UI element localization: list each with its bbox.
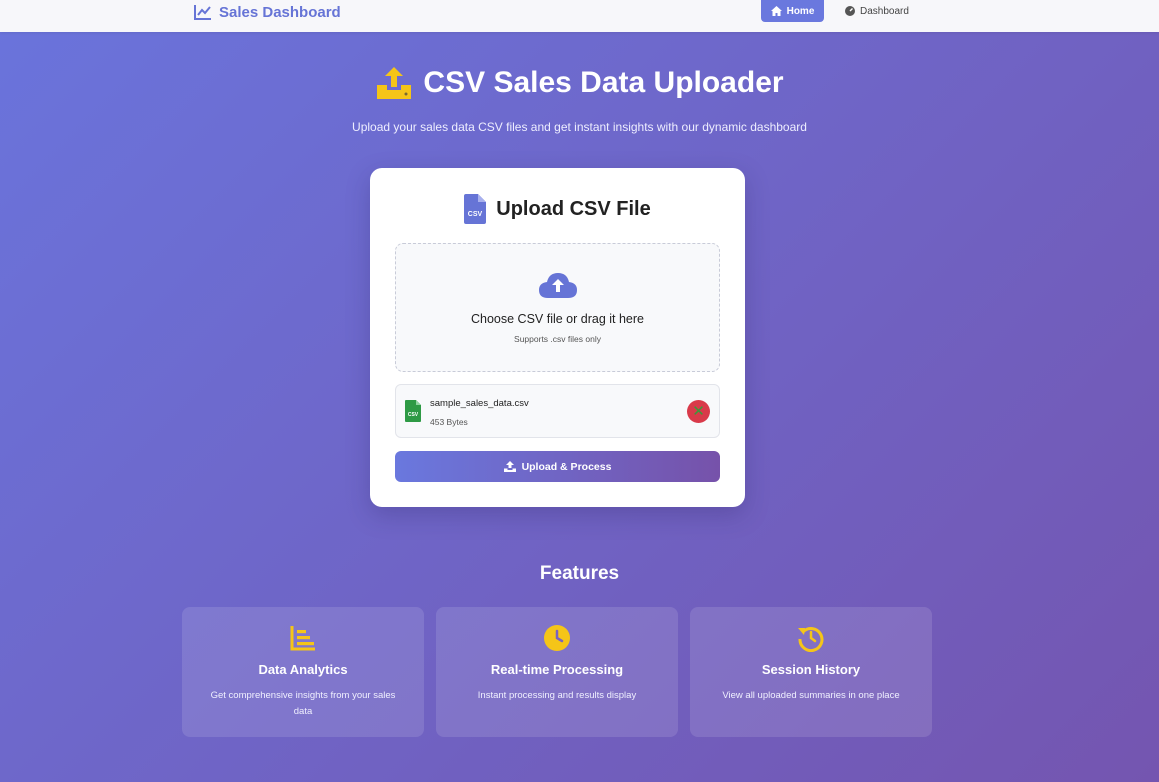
brand-link[interactable]: Sales Dashboard: [194, 3, 341, 21]
history-icon: [798, 627, 824, 652]
svg-text:CSV: CSV: [408, 412, 419, 418]
feature-card-analytics: Data Analytics Get comprehensive insight…: [182, 607, 424, 737]
upload-card: CSV Upload CSV File Choose CSV file or d…: [370, 168, 745, 507]
feature-description: Get comprehensive insights from your sal…: [210, 690, 396, 717]
upload-card-title: CSV Upload CSV File: [370, 192, 745, 226]
csv-file-green-icon: CSV: [405, 400, 421, 422]
file-dropzone[interactable]: Choose CSV file or drag it here Supports…: [395, 243, 720, 372]
chart-line-icon: [194, 5, 211, 20]
page-title: CSV Sales Data Uploader: [0, 60, 1159, 106]
cloud-upload-icon: [539, 273, 577, 298]
features-heading: Features: [539, 563, 620, 584]
feature-card-processing: Real-time Processing Instant processing …: [436, 607, 678, 737]
clock-icon: [544, 625, 570, 651]
upload-button-label: Upload & Process: [521, 460, 612, 473]
feature-title: Session History: [761, 662, 861, 677]
remove-file-button[interactable]: ✕: [687, 400, 710, 423]
dropzone-hint: Supports .csv files only: [514, 334, 601, 344]
navbar: Sales Dashboard Home Dashboard: [0, 0, 1159, 32]
selected-file: CSV sample_sales_data.csv 453 Bytes ✕: [395, 384, 720, 438]
feature-description: Instant processing and results display: [477, 690, 637, 701]
chart-bars-icon: [290, 626, 315, 651]
nav-dashboard-label: Dashboard: [860, 5, 909, 17]
upload-icon: [503, 461, 516, 472]
feature-title: Data Analytics: [258, 662, 348, 677]
nav-home-label: Home: [786, 5, 815, 17]
svg-text:CSV: CSV: [468, 211, 483, 218]
upload-card-title-text: Upload CSV File: [496, 197, 651, 220]
gauge-icon: [845, 6, 855, 16]
home-icon: [770, 6, 782, 16]
upload-process-button[interactable]: Upload & Process: [395, 451, 720, 482]
feature-card-history: Session History View all uploaded summar…: [690, 607, 932, 737]
dropzone-label: Choose CSV file or drag it here: [470, 312, 644, 326]
csv-file-icon: CSV: [464, 194, 487, 224]
close-icon: ✕: [692, 403, 705, 420]
file-size: 453 Bytes: [430, 417, 468, 427]
nav-dashboard-link[interactable]: Dashboard: [845, 0, 909, 22]
nav-home-button[interactable]: Home: [761, 0, 824, 22]
brand-label: Sales Dashboard: [219, 3, 341, 21]
feature-description: View all uploaded summaries in one place: [722, 690, 900, 701]
file-name: sample_sales_data.csv: [430, 398, 529, 409]
feature-title: Real-time Processing: [490, 662, 624, 677]
upload-tray-icon: [377, 67, 412, 99]
page-title-text: CSV Sales Data Uploader: [423, 66, 784, 99]
page-subtitle: Upload your sales data CSV files and get…: [352, 120, 807, 134]
